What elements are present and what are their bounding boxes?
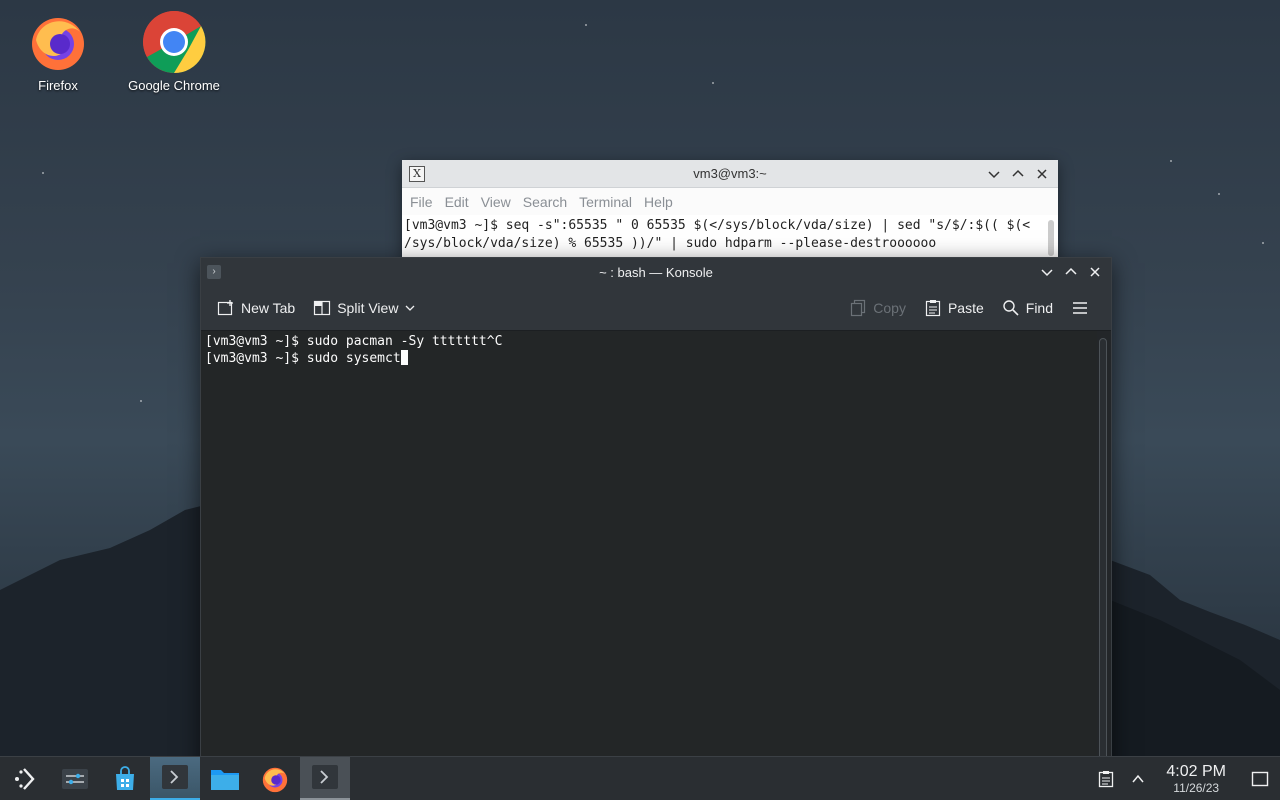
show-hidden-icons-button[interactable] — [1124, 757, 1152, 800]
chevron-down-icon — [405, 305, 415, 311]
scrollbar[interactable] — [1048, 220, 1054, 256]
find-label: Find — [1025, 300, 1053, 316]
close-icon — [1090, 267, 1100, 277]
application-launcher-button[interactable] — [0, 757, 50, 800]
new-tab-button[interactable]: New Tab — [211, 293, 301, 323]
desktop-icon-firefox[interactable]: Firefox — [3, 10, 113, 93]
konsole-app-icon: › — [207, 265, 221, 279]
chrome-icon — [142, 10, 206, 74]
dolphin-files-icon — [211, 769, 239, 790]
system-tray: 4:02 PM 11/26/23 — [1092, 757, 1280, 800]
paste-label: Paste — [947, 300, 984, 316]
chevron-down-icon — [988, 170, 1000, 178]
copy-label: Copy — [873, 300, 906, 316]
menu-help[interactable]: Help — [640, 194, 677, 210]
copy-icon — [851, 299, 866, 317]
hamburger-menu-icon — [1073, 302, 1087, 314]
chevron-up-icon — [1012, 169, 1024, 177]
window-titlebar[interactable]: X vm3@vm3:~ — [402, 160, 1058, 188]
paste-icon — [925, 300, 941, 317]
menu-file[interactable]: File — [406, 194, 437, 210]
terminal-line: [vm3@vm3 ~]$ sudo pacman -Sy ttttttt^C — [205, 334, 503, 349]
firefox-icon — [262, 767, 288, 792]
paste-button[interactable]: Paste — [918, 293, 990, 323]
x11-app-icon: X — [409, 165, 425, 182]
search-icon — [1003, 300, 1019, 316]
scrollbar[interactable] — [1099, 338, 1107, 795]
copy-button[interactable]: Copy — [843, 293, 912, 323]
terminal-line-current: [vm3@vm3 ~]$ sudo sysemct — [205, 350, 1093, 367]
new-tab-icon — [217, 300, 233, 316]
konsole-window[interactable]: › ~ : bash — Konsole New Tab Split View … — [200, 257, 1112, 800]
close-button[interactable] — [1085, 262, 1105, 282]
firefox-icon — [26, 10, 90, 74]
clipboard-icon — [1099, 770, 1114, 787]
discover-store-button[interactable] — [100, 757, 150, 800]
digital-clock[interactable]: 4:02 PM 11/26/23 — [1156, 763, 1236, 795]
window-title: ~ : bash — Konsole — [599, 264, 713, 280]
terminal-line: [vm3@vm3 ~]$ sudo sysemct — [205, 351, 401, 366]
close-icon — [1037, 168, 1047, 179]
taskbar: 4:02 PM 11/26/23 — [0, 756, 1280, 800]
split-view-icon — [314, 300, 331, 316]
terminal-line: [vm3@vm3 ~]$ seq -s":65535 " 0 65535 $(<… — [404, 218, 1031, 233]
minimize-button[interactable] — [984, 164, 1004, 184]
maximize-button[interactable] — [1061, 262, 1081, 282]
minimize-button[interactable] — [1037, 262, 1057, 282]
firefox-taskbar-button[interactable] — [250, 757, 300, 800]
chevron-up-icon — [1065, 267, 1077, 275]
menu-terminal[interactable]: Terminal — [575, 194, 636, 210]
find-button[interactable]: Find — [996, 293, 1059, 323]
terminal-icon — [312, 765, 338, 789]
split-view-button[interactable]: Split View — [307, 293, 422, 323]
application-launcher-icon — [15, 767, 35, 790]
terminal-taskbar-button[interactable] — [300, 756, 350, 800]
maximize-button[interactable] — [1008, 164, 1028, 184]
terminal-output[interactable]: [vm3@vm3 ~]$ seq -s":65535 " 0 65535 $(<… — [402, 215, 1058, 255]
clipboard-button[interactable] — [1092, 757, 1120, 800]
show-desktop-icon — [1251, 771, 1269, 786]
menu-view[interactable]: View — [477, 194, 515, 210]
menu-search[interactable]: Search — [519, 194, 571, 210]
desktop-icon-google-chrome[interactable]: Google Chrome — [119, 10, 229, 93]
desktop-icon-label: Firefox — [38, 78, 78, 93]
close-button[interactable] — [1032, 164, 1052, 184]
clock-time: 4:02 PM — [1166, 762, 1226, 780]
system-settings-button[interactable] — [50, 757, 100, 800]
window-titlebar[interactable]: › ~ : bash — Konsole — [201, 258, 1111, 286]
new-tab-label: New Tab — [241, 300, 296, 316]
konsole-taskbar-button[interactable] — [150, 756, 200, 800]
hamburger-menu-button[interactable] — [1065, 293, 1095, 323]
split-view-label: Split View — [337, 300, 399, 316]
window-title: vm3@vm3:~ — [693, 166, 767, 181]
konsole-icon — [162, 765, 188, 789]
clock-date: 11/26/23 — [1173, 780, 1220, 795]
desktop-icon-label: Google Chrome — [128, 78, 220, 93]
menu-edit[interactable]: Edit — [441, 194, 473, 210]
konsole-toolbar: New Tab Split View Copy Paste Find — [201, 286, 1111, 331]
show-desktop-button[interactable] — [1240, 757, 1280, 800]
terminal-output[interactable]: [vm3@vm3 ~]$ sudo pacman -Sy ttttttt^C [v… — [201, 331, 1097, 799]
discover-store-icon — [116, 765, 134, 790]
system-settings-icon — [62, 768, 88, 789]
chevron-up-icon — [1132, 774, 1144, 782]
xterm-window[interactable]: X vm3@vm3:~ File Edit View Search Termin… — [402, 160, 1058, 260]
text-cursor — [400, 350, 408, 365]
terminal-line: /sys/block/vda/size) % 65535 ))/" | sudo… — [404, 236, 937, 251]
dolphin-files-button[interactable] — [200, 757, 250, 800]
chevron-down-icon — [1041, 269, 1053, 277]
menu-bar: File Edit View Search Terminal Help — [402, 188, 1058, 215]
